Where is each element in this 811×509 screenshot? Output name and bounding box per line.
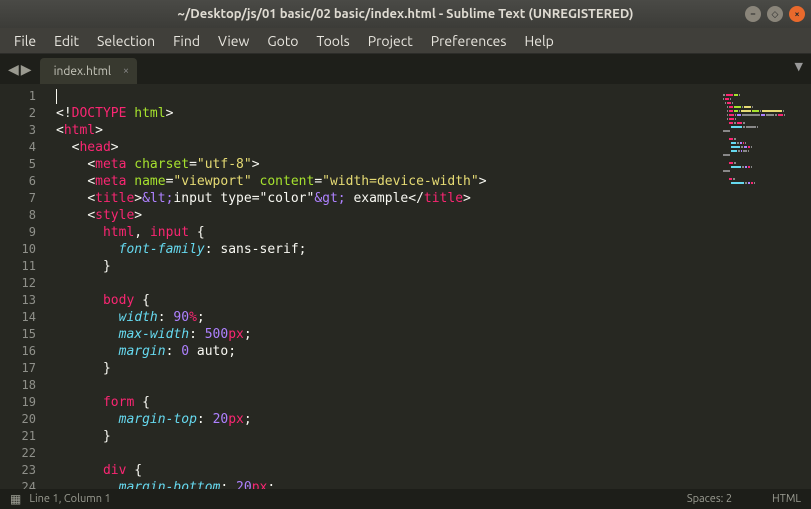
code-line[interactable]: <style> — [56, 207, 721, 224]
code-line[interactable]: } — [56, 258, 721, 275]
tab-overflow-icon[interactable]: ▼ — [795, 60, 803, 73]
editor-area[interactable]: 123456789101112131415161718192021222324 … — [0, 84, 811, 489]
code-line[interactable]: <html> — [56, 122, 721, 139]
line-number: 14 — [0, 309, 36, 326]
minimap[interactable] — [721, 84, 811, 489]
line-number: 13 — [0, 292, 36, 309]
code-line[interactable] — [56, 275, 721, 292]
tab-active[interactable]: index.html × — [40, 58, 138, 84]
code-line[interactable]: div { — [56, 462, 721, 479]
line-number: 17 — [0, 360, 36, 377]
menu-bar: File Edit Selection Find View Goto Tools… — [0, 28, 811, 54]
code-line[interactable]: margin-top: 20px; — [56, 411, 721, 428]
line-number: 8 — [0, 207, 36, 224]
line-number: 20 — [0, 411, 36, 428]
line-number: 9 — [0, 224, 36, 241]
line-number: 19 — [0, 394, 36, 411]
code-line[interactable]: <!DOCTYPE html> — [56, 105, 721, 122]
menu-file[interactable]: File — [6, 30, 44, 52]
code-line[interactable]: body { — [56, 292, 721, 309]
code-line[interactable]: <title>&lt;input type="color"&gt; exampl… — [56, 190, 721, 207]
status-position[interactable]: Line 1, Column 1 — [29, 493, 110, 505]
code-line[interactable]: <head> — [56, 139, 721, 156]
code-line[interactable]: margin: 0 auto; — [56, 343, 721, 360]
code-line[interactable] — [56, 88, 721, 105]
status-indent[interactable]: Spaces: 2 — [687, 493, 732, 505]
title-bar: ~/Desktop/js/01 basic/02 basic/index.htm… — [0, 0, 811, 28]
code-line[interactable]: width: 90%; — [56, 309, 721, 326]
minimize-button[interactable]: – — [745, 6, 761, 22]
line-number: 5 — [0, 156, 36, 173]
nav-forward-icon[interactable]: ▶ — [21, 61, 32, 78]
window-controls: – ◇ × — [745, 6, 805, 22]
line-number: 3 — [0, 122, 36, 139]
menu-preferences[interactable]: Preferences — [423, 30, 515, 52]
code-content[interactable]: <!DOCTYPE html><html> <head> <meta chars… — [46, 84, 721, 489]
code-line[interactable] — [56, 445, 721, 462]
line-number: 11 — [0, 258, 36, 275]
menu-tools[interactable]: Tools — [309, 30, 358, 52]
maximize-button[interactable]: ◇ — [767, 6, 783, 22]
nav-back-icon[interactable]: ◀ — [8, 61, 19, 78]
menu-edit[interactable]: Edit — [46, 30, 87, 52]
line-number: 7 — [0, 190, 36, 207]
line-number: 12 — [0, 275, 36, 292]
line-number: 23 — [0, 462, 36, 479]
menu-find[interactable]: Find — [165, 30, 208, 52]
line-number: 6 — [0, 173, 36, 190]
line-number: 1 — [0, 88, 36, 105]
code-line[interactable]: html, input { — [56, 224, 721, 241]
line-number: 16 — [0, 343, 36, 360]
line-number: 4 — [0, 139, 36, 156]
code-line[interactable]: font-family: sans-serif; — [56, 241, 721, 258]
menu-goto[interactable]: Goto — [259, 30, 306, 52]
menu-selection[interactable]: Selection — [89, 30, 163, 52]
code-line[interactable]: max-width: 500px; — [56, 326, 721, 343]
line-number: 15 — [0, 326, 36, 343]
menu-project[interactable]: Project — [360, 30, 421, 52]
tab-close-icon[interactable]: × — [123, 65, 129, 77]
tab-label: index.html — [54, 65, 112, 78]
code-line[interactable]: form { — [56, 394, 721, 411]
status-bar: ▦ Line 1, Column 1 Spaces: 2 HTML — [0, 489, 811, 509]
code-line[interactable]: margin-bottom: 20px; — [56, 479, 721, 489]
line-number: 22 — [0, 445, 36, 462]
line-number: 24 — [0, 479, 36, 489]
text-cursor — [56, 89, 57, 104]
line-number-gutter: 123456789101112131415161718192021222324 — [0, 84, 46, 489]
code-line[interactable]: } — [56, 428, 721, 445]
code-line[interactable]: <meta charset="utf-8"> — [56, 156, 721, 173]
status-syntax[interactable]: HTML — [772, 493, 801, 505]
menu-view[interactable]: View — [210, 30, 257, 52]
line-number: 18 — [0, 377, 36, 394]
line-number: 21 — [0, 428, 36, 445]
panel-switcher-icon[interactable]: ▦ — [10, 492, 21, 506]
window-title: ~/Desktop/js/01 basic/02 basic/index.htm… — [177, 7, 633, 21]
code-line[interactable]: } — [56, 360, 721, 377]
line-number: 2 — [0, 105, 36, 122]
line-number: 10 — [0, 241, 36, 258]
menu-help[interactable]: Help — [516, 30, 561, 52]
close-button[interactable]: × — [789, 6, 805, 22]
tab-bar: ◀ ▶ index.html × ▼ — [0, 54, 811, 84]
code-line[interactable] — [56, 377, 721, 394]
code-line[interactable]: <meta name="viewport" content="width=dev… — [56, 173, 721, 190]
